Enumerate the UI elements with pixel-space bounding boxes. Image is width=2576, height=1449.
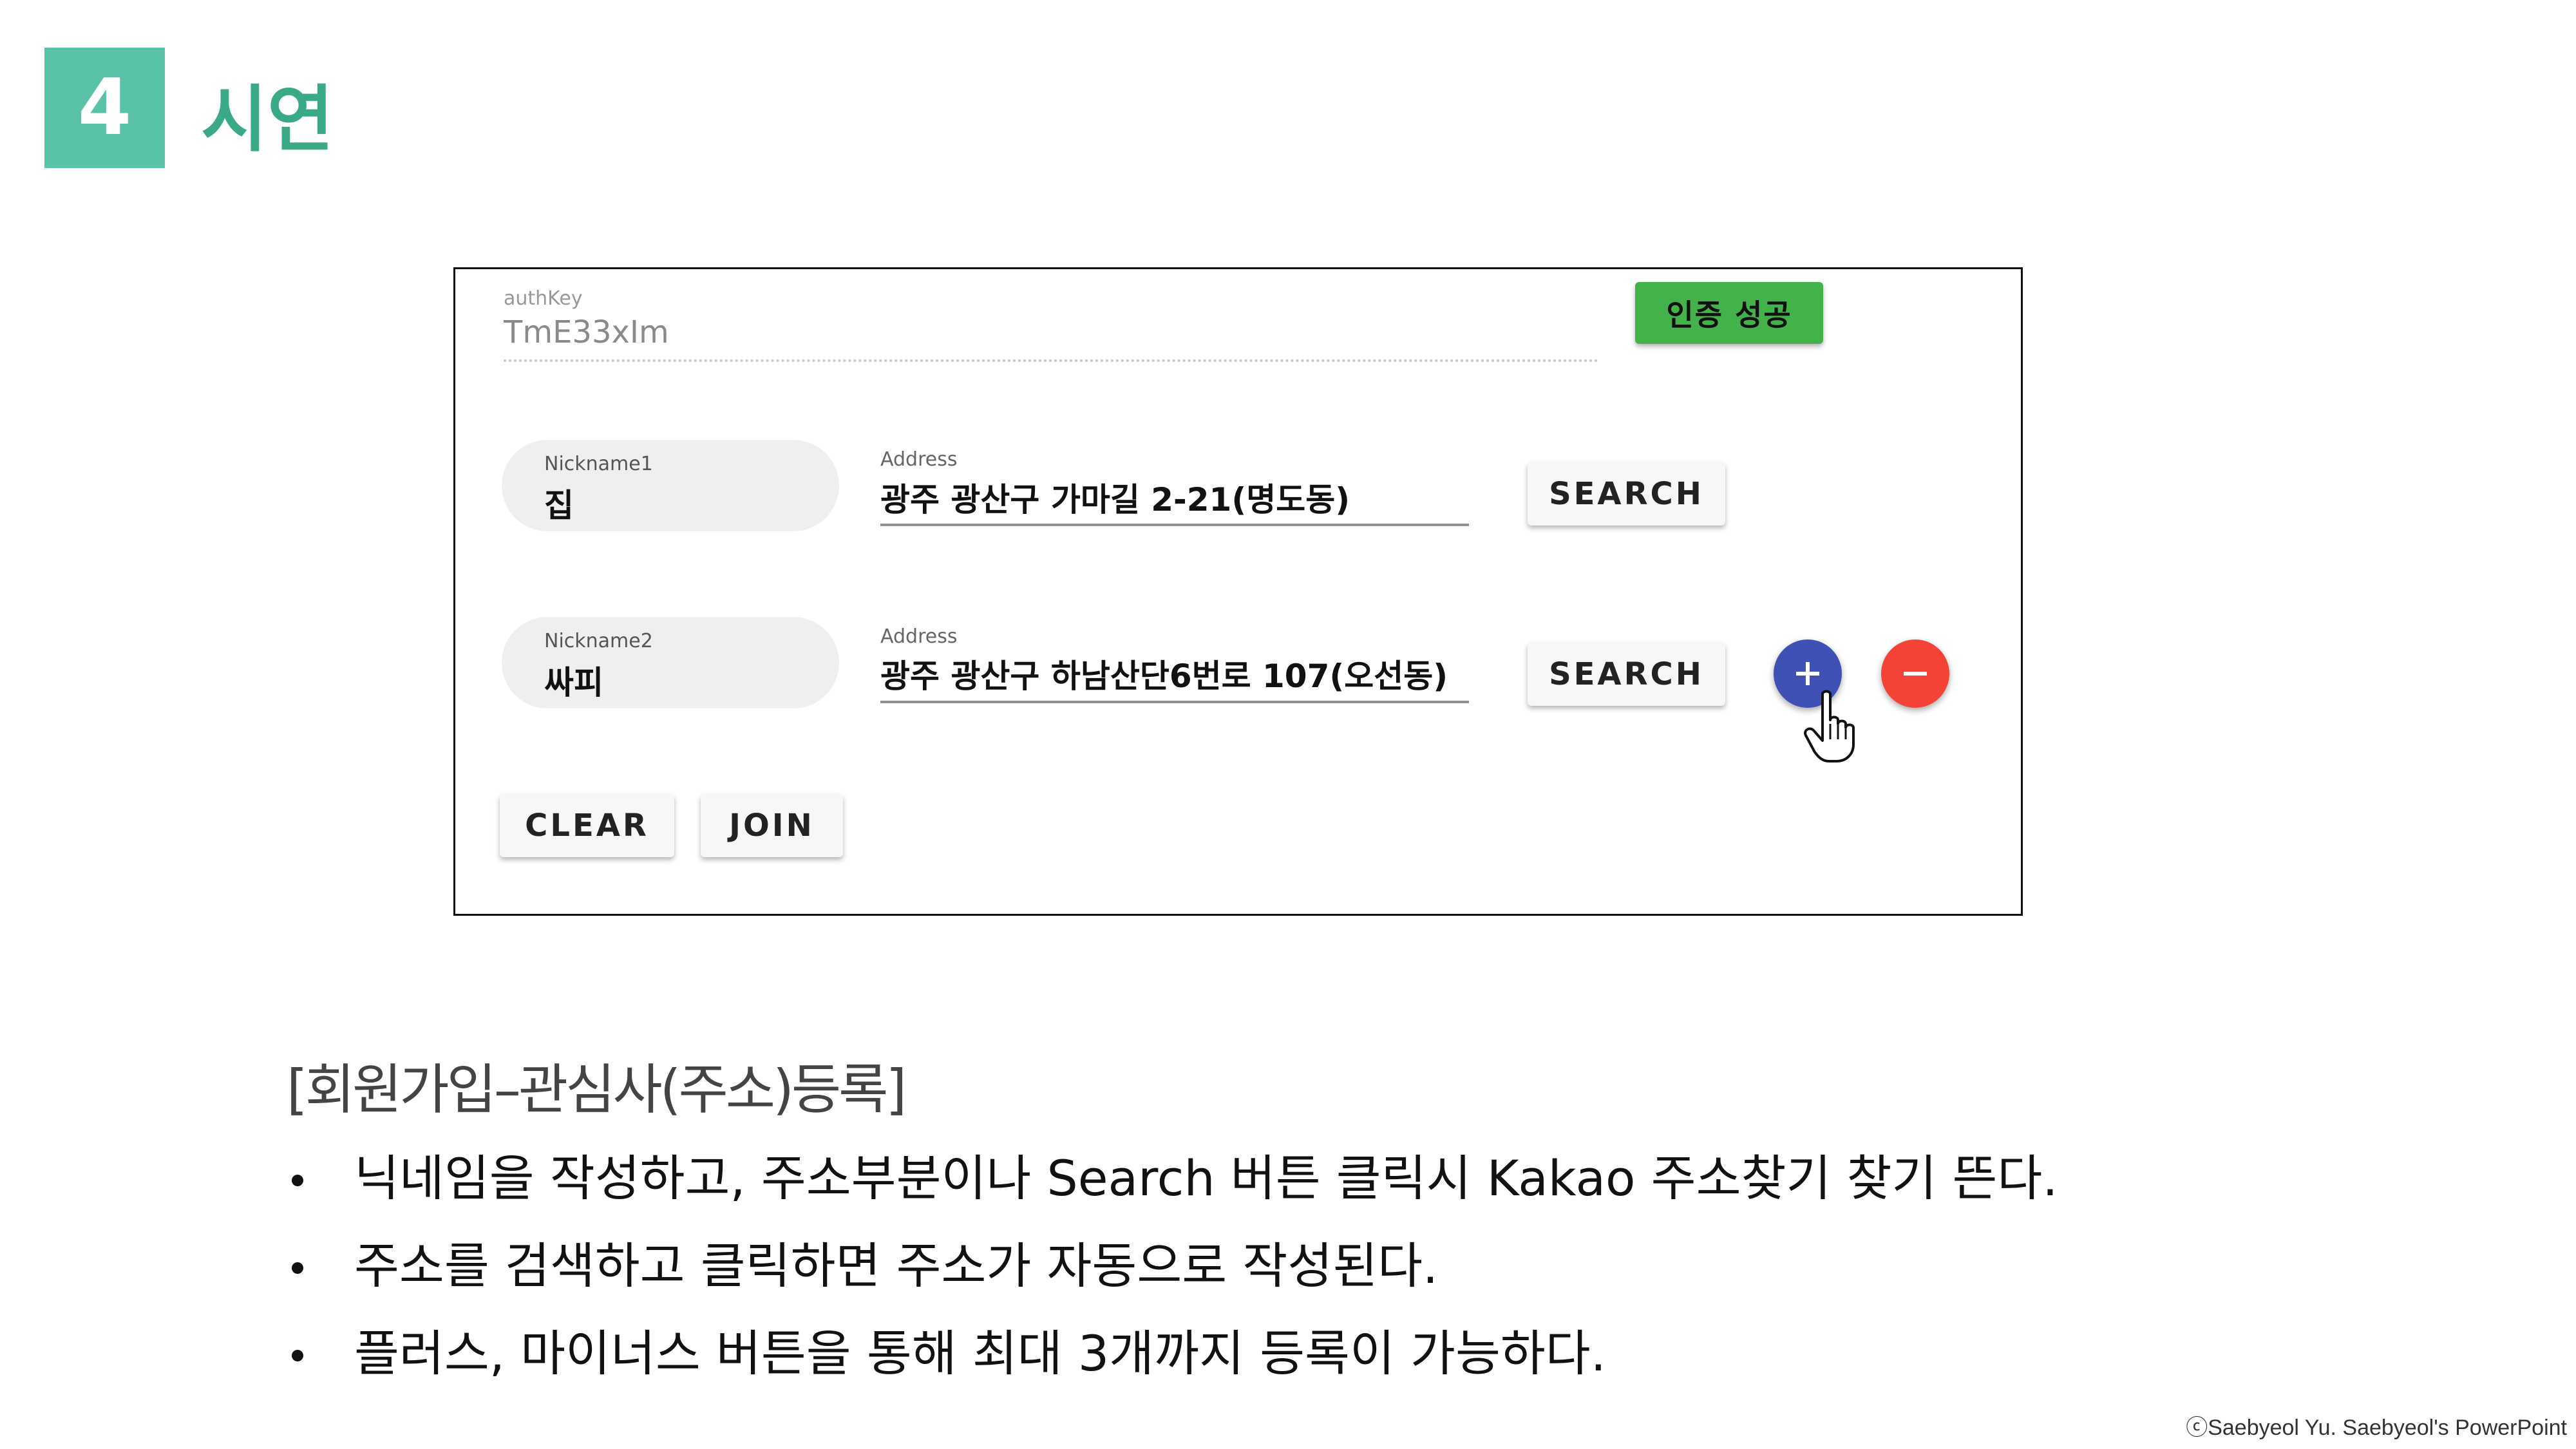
bullet-item: 주소를 검색하고 클릭하면 주소가 자동으로 작성된다. — [287, 1234, 2058, 1321]
address2-label: Address — [880, 625, 958, 648]
authkey-label: authKey — [504, 287, 583, 310]
nickname1-label: Nickname1 — [544, 453, 653, 475]
bullet-item: 닉네임을 작성하고, 주소부분이나 Search 버튼 클릭시 Kakao 주소… — [287, 1146, 2058, 1234]
app-screenshot-panel: authKey TmE33xIm 인증 성공 Nickname1 집 Addre… — [453, 267, 2023, 916]
nickname1-value: 집 — [544, 487, 574, 524]
address2-underline — [880, 701, 1469, 703]
address1-underline — [880, 524, 1469, 526]
section-heading: [회원가입–관심사(주소)등록] — [287, 1058, 907, 1121]
nickname2-label: Nickname2 — [544, 630, 653, 652]
nickname2-field[interactable]: Nickname2 싸피 — [502, 617, 839, 708]
join-button[interactable]: JOIN — [701, 794, 843, 857]
bullet-dot — [292, 1350, 303, 1361]
bullet-text: 주소를 검색하고 클릭하면 주소가 자동으로 작성된다. — [354, 1237, 1439, 1294]
address2-input[interactable]: 광주 광산구 하남산단6번로 107(오선동) — [880, 650, 1448, 697]
search-button-2[interactable]: SEARCH — [1528, 643, 1725, 706]
authkey-underline — [504, 359, 1598, 362]
bullet-dot — [292, 1262, 303, 1274]
address1-input[interactable]: 광주 광산구 가마길 2-21(명도동) — [880, 474, 1350, 520]
hand-pointer-cursor-icon — [1804, 690, 1855, 762]
bullet-list: 닉네임을 작성하고, 주소부분이나 Search 버튼 클릭시 Kakao 주소… — [287, 1146, 2058, 1409]
search-button-1[interactable]: SEARCH — [1528, 462, 1725, 526]
remove-address-button[interactable] — [1881, 639, 1949, 708]
slide-number: 4 — [77, 63, 132, 153]
clear-button[interactable]: CLEAR — [500, 794, 674, 857]
slide-number-badge: 4 — [44, 48, 165, 168]
nickname2-value: 싸피 — [544, 664, 603, 701]
copyright-credit: ⓒSaebyeol Yu. Saebyeol's PowerPoint — [2186, 1416, 2567, 1440]
bullet-text: 플러스, 마이너스 버튼을 통해 최대 3개까지 등록이 가능하다. — [354, 1325, 1606, 1382]
address1-label: Address — [880, 448, 958, 471]
plus-icon — [1796, 662, 1819, 685]
nickname1-field[interactable]: Nickname1 집 — [502, 440, 839, 531]
slide-title: 시연 — [201, 78, 334, 162]
authkey-input[interactable]: TmE33xIm — [504, 314, 669, 350]
auth-success-button[interactable]: 인증 성공 — [1635, 282, 1823, 344]
minus-icon — [1904, 672, 1927, 676]
bullet-item: 플러스, 마이너스 버튼을 통해 최대 3개까지 등록이 가능하다. — [287, 1321, 2058, 1409]
bullet-dot — [292, 1175, 303, 1186]
bullet-text: 닉네임을 작성하고, 주소부분이나 Search 버튼 클릭시 Kakao 주소… — [354, 1150, 2058, 1207]
